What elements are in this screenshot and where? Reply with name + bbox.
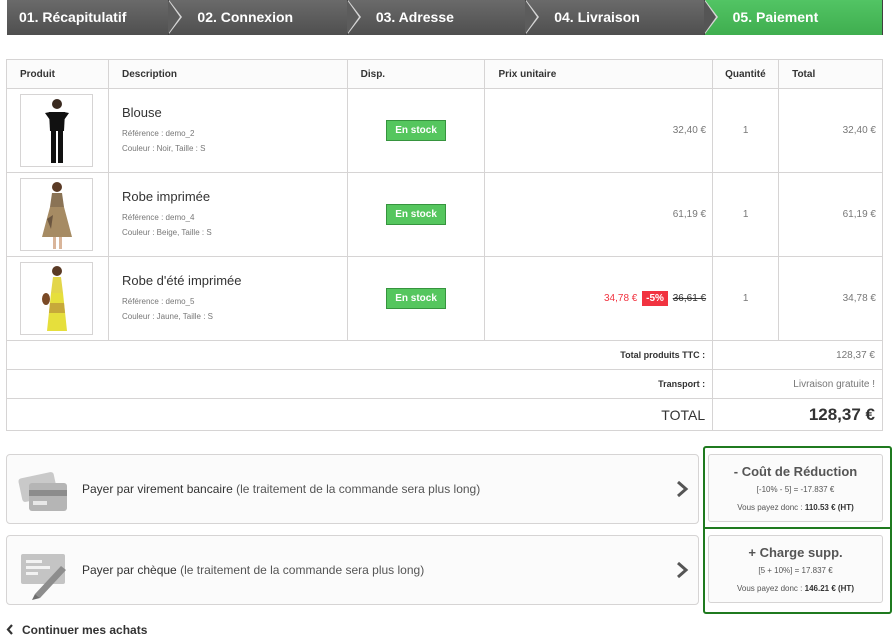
product-reference: Référence : demo_4 [121,213,195,222]
header-availability: Disp. [346,59,486,89]
header-unit-price: Prix unitaire [484,59,714,89]
product-attributes: Couleur : Jaune, Taille : S [121,312,213,321]
line-total: 34,78 € [778,256,883,341]
table-row: Blouse Référence : demo_2 Couleur : Noir… [6,88,883,173]
product-name-link[interactable]: Blouse [122,105,347,120]
stock-badge: En stock [386,120,446,141]
step-label: 03. Adresse [375,9,454,25]
step-label: 04. Livraison [554,9,640,25]
header-product: Produit [6,59,109,89]
chevron-right-icon [674,560,690,580]
chevron-left-icon [6,624,13,635]
chevron-right-icon [674,479,690,499]
bank-card-icon [17,461,72,519]
total-value: 128,37 € [712,398,883,431]
table-header-row: Produit Description Disp. Prix unitaire … [6,59,883,89]
step-label: 02. Connexion [197,9,294,25]
product-image[interactable] [20,262,93,335]
quantity-value: 1 [712,172,780,257]
step-summary[interactable]: 01. Récapitulatif [7,0,183,35]
shipping-label: Transport : [5,369,714,399]
stock-badge: En stock [386,204,446,225]
step-shipping[interactable]: 04. Livraison [526,0,718,35]
discount-badge: -5% [642,291,668,306]
product-name-link[interactable]: Robe imprimée [122,189,347,204]
fee-formula: [-10% - 5] = -17.837 € [756,485,835,494]
pay-by-cheque-option[interactable]: Payer par chèque (le traitement de la co… [6,535,699,605]
fee-pay-value: 146.21 € (HT) [804,584,854,593]
products-total-label: Total produits TTC : [5,340,714,370]
line-total: 32,40 € [778,88,883,173]
payment-label: Payer par chèque [82,563,177,577]
quantity-value: 1 [712,88,780,173]
stock-badge: En stock [386,288,446,309]
product-attributes: Couleur : Beige, Taille : S [121,228,212,237]
product-reference: Référence : demo_5 [121,297,195,306]
total-label: TOTAL [5,398,714,431]
quantity-value: 1 [712,256,780,341]
fee-pay-label: Vous payez donc : [737,503,803,512]
step-label: 05. Paiement [732,9,819,25]
surcharge-fee-box: + Charge supp. [5 + 10%] = 17.837 € Vous… [708,535,883,603]
table-row: Robe imprimée Référence : demo_4 Couleur… [6,172,883,257]
old-price: 36,61 € [672,293,707,304]
continue-label: Continuer mes achats [22,623,148,637]
unit-price: 61,19 € [484,172,714,257]
shipping-value: Livraison gratuite ! [712,369,883,399]
step-payment[interactable]: 05. Paiement [704,0,884,35]
product-name-link[interactable]: Robe d'été imprimée [122,273,347,288]
fee-title: + Charge supp. [748,545,843,560]
discount-fee-box: - Coût de Réduction [-10% - 5] = -17.837… [708,454,883,522]
cart-summary-table: Produit Description Disp. Prix unitaire … [5,59,883,431]
line-total: 61,19 € [778,172,883,257]
table-row: Robe d'été imprimée Référence : demo_5 C… [6,256,883,341]
payment-note: (le traitement de la commande sera plus … [236,482,481,496]
payment-note: (le traitement de la commande sera plus … [180,563,425,577]
fee-pay-label: Vous payez donc : [737,584,803,593]
fee-pay-value: 110.53 € (HT) [804,503,854,512]
continue-shopping-link[interactable]: Continuer mes achats [6,623,147,637]
product-reference: Référence : demo_2 [121,129,195,138]
annotation-divider [704,527,891,529]
checkout-steps: 01. Récapitulatif 02. Connexion 03. Adre… [7,0,884,35]
product-image[interactable] [20,94,93,167]
summary-row-shipping: Transport : Livraison gratuite ! [5,369,883,399]
products-total-value: 128,37 € [712,340,883,370]
summary-row-total: TOTAL 128,37 € [5,398,883,431]
summary-row-products: Total produits TTC : 128,37 € [5,340,883,370]
cheque-icon [17,542,72,600]
product-image[interactable] [20,178,93,251]
header-description: Description [107,59,348,89]
fee-formula: [5 + 10%] = 17.837 € [758,566,833,575]
pay-by-bank-wire-option[interactable]: Payer par virement bancaire (le traiteme… [6,454,699,524]
unit-price: 32,40 € [484,88,714,173]
step-address[interactable]: 03. Adresse [347,0,540,35]
header-quantity: Quantité [712,59,780,89]
payment-label: Payer par virement bancaire [82,482,233,496]
step-label: 01. Récapitulatif [19,9,127,25]
step-login[interactable]: 02. Connexion [169,0,361,35]
fee-title: - Coût de Réduction [733,464,858,479]
special-price: 34,78 € [604,293,638,304]
header-total: Total [778,59,883,89]
product-attributes: Couleur : Noir, Taille : S [121,144,206,153]
